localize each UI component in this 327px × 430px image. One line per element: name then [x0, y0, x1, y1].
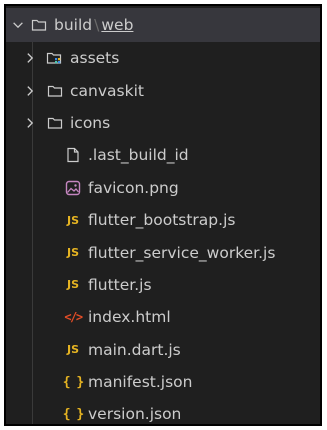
- assets-folder-icon: [46, 49, 64, 67]
- tree-item-folder[interactable]: canvaskit: [6, 74, 320, 106]
- tree-item-file[interactable]: .last_build_id: [6, 139, 320, 171]
- tree-item-file[interactable]: JS flutter.js: [6, 269, 320, 301]
- tree-item-file[interactable]: JS main.dart.js: [6, 334, 320, 366]
- path-separator: \: [94, 16, 100, 34]
- tree-item-label: .last_build_id: [88, 146, 189, 165]
- tree-item-file[interactable]: JS flutter_service_worker.js: [6, 236, 320, 268]
- chevron-down-icon[interactable]: [10, 17, 26, 33]
- tree-item-label: assets: [70, 49, 120, 68]
- tree-item-label: flutter_bootstrap.js: [88, 211, 236, 230]
- tree-item-label: favicon.png: [88, 178, 179, 197]
- tree-item-label: main.dart.js: [88, 340, 181, 359]
- tree-root-build-web[interactable]: build \ web: [6, 8, 320, 42]
- root-folder-name: build: [54, 16, 93, 34]
- chevron-right-icon[interactable]: [22, 115, 38, 131]
- file-tree: build \ web assets canvaskit icons .last…: [6, 8, 320, 424]
- tree-item-file[interactable]: </> index.html: [6, 301, 320, 333]
- js-icon: JS: [66, 213, 79, 227]
- tree-item-folder[interactable]: icons: [6, 107, 320, 139]
- tree-item-label: manifest.json: [88, 373, 193, 392]
- tree-item-label: flutter.js: [88, 275, 152, 294]
- js-icon: JS: [66, 278, 79, 292]
- tree-item-label: flutter_service_worker.js: [88, 243, 276, 262]
- tree-item-folder[interactable]: assets: [6, 42, 320, 74]
- folder-icon: [30, 16, 48, 34]
- tree-item-file[interactable]: favicon.png: [6, 172, 320, 204]
- json-icon: { }: [62, 374, 84, 390]
- tree-item-label: icons: [70, 113, 111, 132]
- file-icon: [64, 146, 82, 164]
- json-icon: { }: [62, 406, 84, 422]
- tree-item-file[interactable]: { } manifest.json: [6, 366, 320, 398]
- html-icon: </>: [64, 310, 83, 325]
- chevron-right-icon[interactable]: [22, 50, 38, 66]
- file-explorer-panel: build \ web assets canvaskit icons .last…: [4, 4, 322, 426]
- tree-item-label: version.json: [88, 405, 182, 424]
- folder-icon: [46, 114, 64, 132]
- tree-item-label: canvaskit: [70, 81, 144, 100]
- chevron-right-icon[interactable]: [22, 83, 38, 99]
- js-icon: JS: [66, 246, 79, 260]
- image-icon: [64, 179, 82, 197]
- tree-item-file[interactable]: JS flutter_bootstrap.js: [6, 204, 320, 236]
- js-icon: JS: [66, 343, 79, 357]
- folder-icon: [46, 82, 64, 100]
- tree-item-label: index.html: [88, 308, 171, 327]
- compressed-folder-web[interactable]: web: [101, 16, 133, 34]
- tree-item-file[interactable]: { } version.json: [6, 398, 320, 424]
